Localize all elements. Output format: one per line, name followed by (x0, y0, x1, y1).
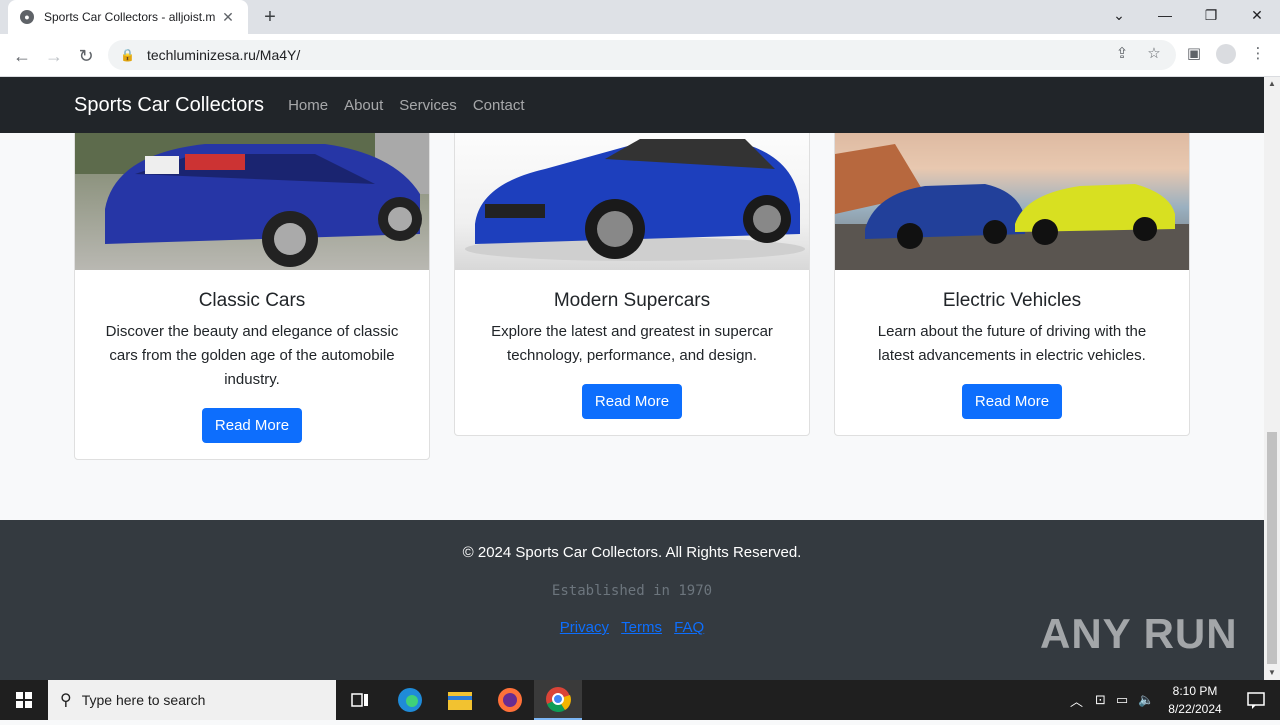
card-classic-cars: Classic Cars Discover the beauty and ele… (74, 133, 430, 460)
card-text: Learn about the future of driving with t… (877, 323, 1147, 364)
nav-home[interactable]: Home (288, 97, 328, 114)
taskbar-clock[interactable]: 8:10 PM 8/22/2024 (1160, 682, 1230, 718)
tab-search-icon[interactable]: ⌄ (1096, 0, 1142, 30)
read-more-button[interactable]: Read More (961, 384, 1063, 419)
url-text: techluminizesa.ru/Ma4Y/ (146, 47, 301, 63)
nav-about[interactable]: About (344, 97, 383, 114)
task-view-icon[interactable] (336, 680, 384, 720)
chrome-icon[interactable] (534, 680, 582, 720)
notification-icon[interactable] (1232, 680, 1280, 720)
windows-start-icon[interactable] (0, 680, 48, 720)
card-text: Explore the latest and greatest in super… (491, 323, 773, 364)
back-icon[interactable]: ← (8, 42, 36, 70)
side-panel-icon[interactable]: ▣ (1180, 40, 1208, 68)
read-more-button[interactable]: Read More (201, 408, 303, 443)
network-icon[interactable]: ▭ (1116, 692, 1128, 708)
share-icon[interactable]: ⇪ (1108, 40, 1136, 68)
minimize-button[interactable]: — (1142, 0, 1188, 30)
footer-link-terms[interactable]: Terms (621, 619, 662, 636)
tab-title: Sports Car Collectors - alljoist.m (44, 10, 216, 24)
bookmark-star-icon[interactable]: ☆ (1140, 40, 1168, 68)
close-tab-icon[interactable]: ✕ (220, 9, 236, 26)
windows-taskbar: ⚲ Type here to search ︿ ⊡ ▭ 🔈 8:10 PM 8/… (0, 680, 1280, 720)
page-scrollbar[interactable]: ▲ ▼ (1264, 77, 1280, 680)
site-brand[interactable]: Sports Car Collectors (74, 94, 264, 117)
system-tray: ︿ ⊡ ▭ 🔈 (1070, 680, 1154, 720)
browser-tab[interactable]: ● Sports Car Collectors - alljoist.m ✕ (8, 0, 248, 34)
classic-car-image (75, 133, 429, 270)
tray-chevron-icon[interactable]: ︿ (1070, 691, 1083, 710)
browser-tab-strip: ● Sports Car Collectors - alljoist.m ✕ +… (0, 0, 1280, 34)
profile-avatar-icon[interactable] (1212, 40, 1240, 68)
volume-icon[interactable]: 🔈 (1138, 692, 1154, 708)
card-text: Discover the beauty and elegance of clas… (105, 323, 399, 388)
footer-link-privacy[interactable]: Privacy (560, 619, 609, 636)
read-more-button[interactable]: Read More (581, 384, 683, 419)
scroll-down-icon[interactable]: ▼ (1264, 666, 1280, 680)
nav-services[interactable]: Services (399, 97, 457, 114)
card-title: Electric Vehicles (942, 290, 1082, 311)
electric-car-image (835, 133, 1189, 270)
globe-icon: ● (20, 10, 34, 24)
lock-icon[interactable]: 🔒 (120, 48, 135, 62)
search-placeholder: Type here to search (81, 692, 206, 708)
clock-time: 8:10 PM (1172, 684, 1218, 698)
site-navbar: Sports Car Collectors Home About Service… (0, 77, 1264, 133)
established-text: Established in 1970 (551, 583, 713, 599)
restore-button[interactable]: ❐ (1188, 0, 1234, 30)
anyrun-watermark: ANY RUN (1040, 610, 1238, 657)
new-tab-button[interactable]: + (258, 5, 282, 29)
nav-contact[interactable]: Contact (473, 97, 525, 114)
card-electric-vehicles: Electric Vehicles Learn about the future… (834, 133, 1190, 436)
scroll-up-icon[interactable]: ▲ (1264, 77, 1280, 91)
firefox-icon[interactable] (486, 680, 534, 720)
main-content: Classic Cars Discover the beauty and ele… (0, 133, 1264, 520)
device-icon[interactable]: ⊡ (1095, 692, 1106, 708)
forward-icon[interactable]: → (40, 42, 68, 70)
address-bar[interactable]: 🔒 techluminizesa.ru/Ma4Y/ (108, 40, 1176, 70)
card-modern-supercars: Modern Supercars Explore the latest and … (454, 133, 810, 436)
close-window-button[interactable]: ✕ (1234, 0, 1280, 30)
modern-car-image (455, 133, 809, 270)
footer-link-faq[interactable]: FAQ (674, 619, 704, 636)
taskbar-search-box[interactable]: ⚲ Type here to search (48, 680, 336, 720)
card-title: Classic Cars (198, 290, 306, 311)
menu-kebab-icon[interactable]: ⋮ (1244, 40, 1272, 68)
edge-icon[interactable] (386, 680, 434, 720)
reload-icon[interactable]: ↻ (72, 42, 100, 70)
search-icon: ⚲ (60, 692, 72, 709)
browser-toolbar: ← → ↻ 🔒 techluminizesa.ru/Ma4Y/ ⇪ ☆ ▣ ⋮ (0, 34, 1280, 77)
clock-date: 8/22/2024 (1168, 702, 1222, 716)
file-explorer-icon[interactable] (436, 680, 484, 720)
card-title: Modern Supercars (553, 290, 711, 311)
copyright-text: © 2024 Sports Car Collectors. All Rights… (462, 544, 802, 561)
scrollbar-thumb[interactable] (1267, 432, 1277, 664)
